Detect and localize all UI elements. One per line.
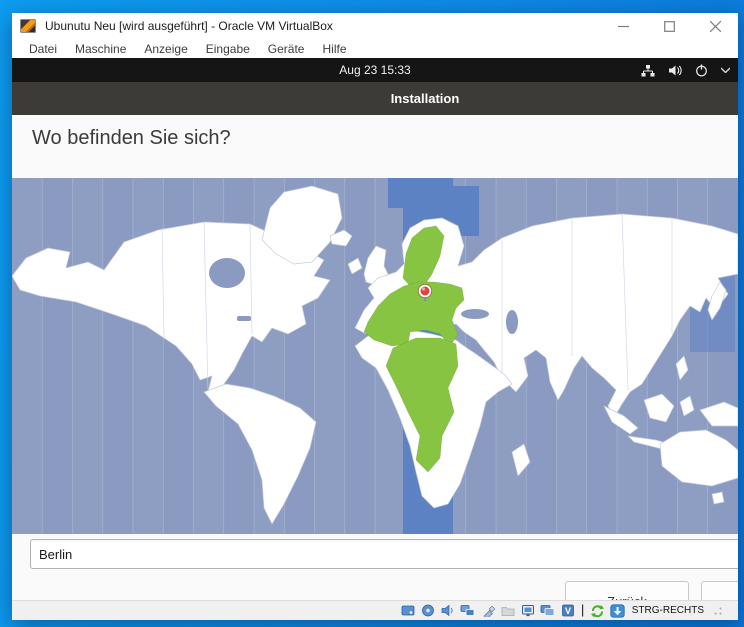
installer-body: Wo befinden Sie sich? [12, 115, 738, 600]
hdd-icon[interactable] [400, 603, 416, 619]
network-wired-icon[interactable] [641, 64, 655, 77]
menu-datei[interactable]: Datei [20, 42, 66, 56]
audio-icon[interactable] [440, 603, 456, 619]
close-icon[interactable] [692, 13, 738, 39]
volume-icon[interactable] [668, 64, 682, 77]
svg-text:V: V [565, 606, 571, 616]
usb-icon[interactable] [480, 603, 496, 619]
menu-geraete[interactable]: Geräte [259, 42, 314, 56]
page-title: Wo befinden Sie sich? [32, 127, 231, 150]
panel-system-indicators[interactable] [641, 58, 730, 82]
menu-anzeige[interactable]: Anzeige [135, 42, 196, 56]
installer-window-title: Installation [391, 82, 460, 115]
power-icon[interactable] [695, 64, 708, 77]
mouse-integration-icon[interactable] [590, 603, 606, 619]
desktop-background: Ubunutu Neu [wird ausgeführt] - Oracle V… [0, 0, 744, 627]
virtualbox-window: Ubunutu Neu [wird ausgeführt] - Oracle V… [12, 13, 738, 620]
menu-eingabe[interactable]: Eingabe [197, 42, 259, 56]
shared-folders-icon[interactable] [500, 603, 516, 619]
vm-display: Aug 23 15:33 [12, 58, 738, 600]
features-icon[interactable]: V [560, 603, 576, 619]
back-button[interactable]: Zurück [565, 581, 689, 600]
ubuntu-top-panel: Aug 23 15:33 [12, 58, 738, 82]
menu-maschine[interactable]: Maschine [66, 42, 135, 56]
optical-disc-icon[interactable] [420, 603, 436, 619]
display-icon[interactable] [520, 603, 536, 619]
window-titlebar[interactable]: Ubunutu Neu [wird ausgeführt] - Oracle V… [12, 13, 738, 39]
window-title: Ubunutu Neu [wird ausgeführt] - Oracle V… [45, 19, 333, 33]
window-controls [600, 13, 738, 39]
keyboard-capture-icon[interactable] [610, 603, 626, 619]
installer-header: Installation [12, 82, 738, 115]
host-key-label: STRG-RECHTS [632, 605, 704, 616]
virtualbox-vm-icon [20, 19, 36, 33]
menu-bar: Datei Maschine Anzeige Eingabe Geräte Hi… [12, 39, 738, 58]
timezone-search-input[interactable] [30, 539, 738, 569]
separator-caret [580, 603, 586, 619]
timezone-map[interactable] [12, 178, 738, 534]
maximize-icon[interactable] [646, 13, 692, 39]
panel-clock[interactable]: Aug 23 15:33 [12, 58, 738, 82]
network-icon[interactable] [460, 603, 476, 619]
chevron-down-icon[interactable] [721, 67, 730, 73]
menu-hilfe[interactable]: Hilfe [313, 42, 355, 56]
recording-icon[interactable] [540, 603, 556, 619]
resize-grip[interactable] [714, 602, 722, 620]
continue-button-clipped[interactable] [701, 581, 738, 600]
minimize-icon[interactable] [600, 13, 646, 39]
vbox-status-bar: V STRG-RECHTS [12, 600, 738, 620]
land-tasmania [712, 492, 724, 504]
